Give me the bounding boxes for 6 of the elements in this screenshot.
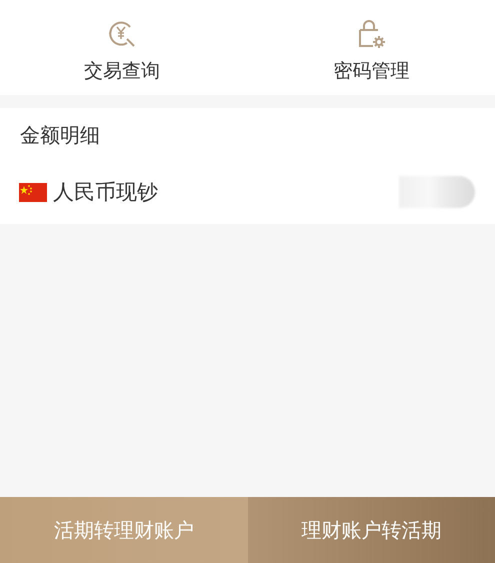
currency-label: 人民币现钞 — [53, 179, 159, 206]
flag-icon — [19, 182, 47, 202]
shortcut-button[interactable]: 密码管理 — [248, 0, 495, 95]
section-title: 金额明细 — [19, 122, 101, 149]
transfer-button[interactable]: 理财账户转活期 — [248, 497, 495, 563]
shortcut-button[interactable]: 交易查询 — [0, 0, 248, 95]
